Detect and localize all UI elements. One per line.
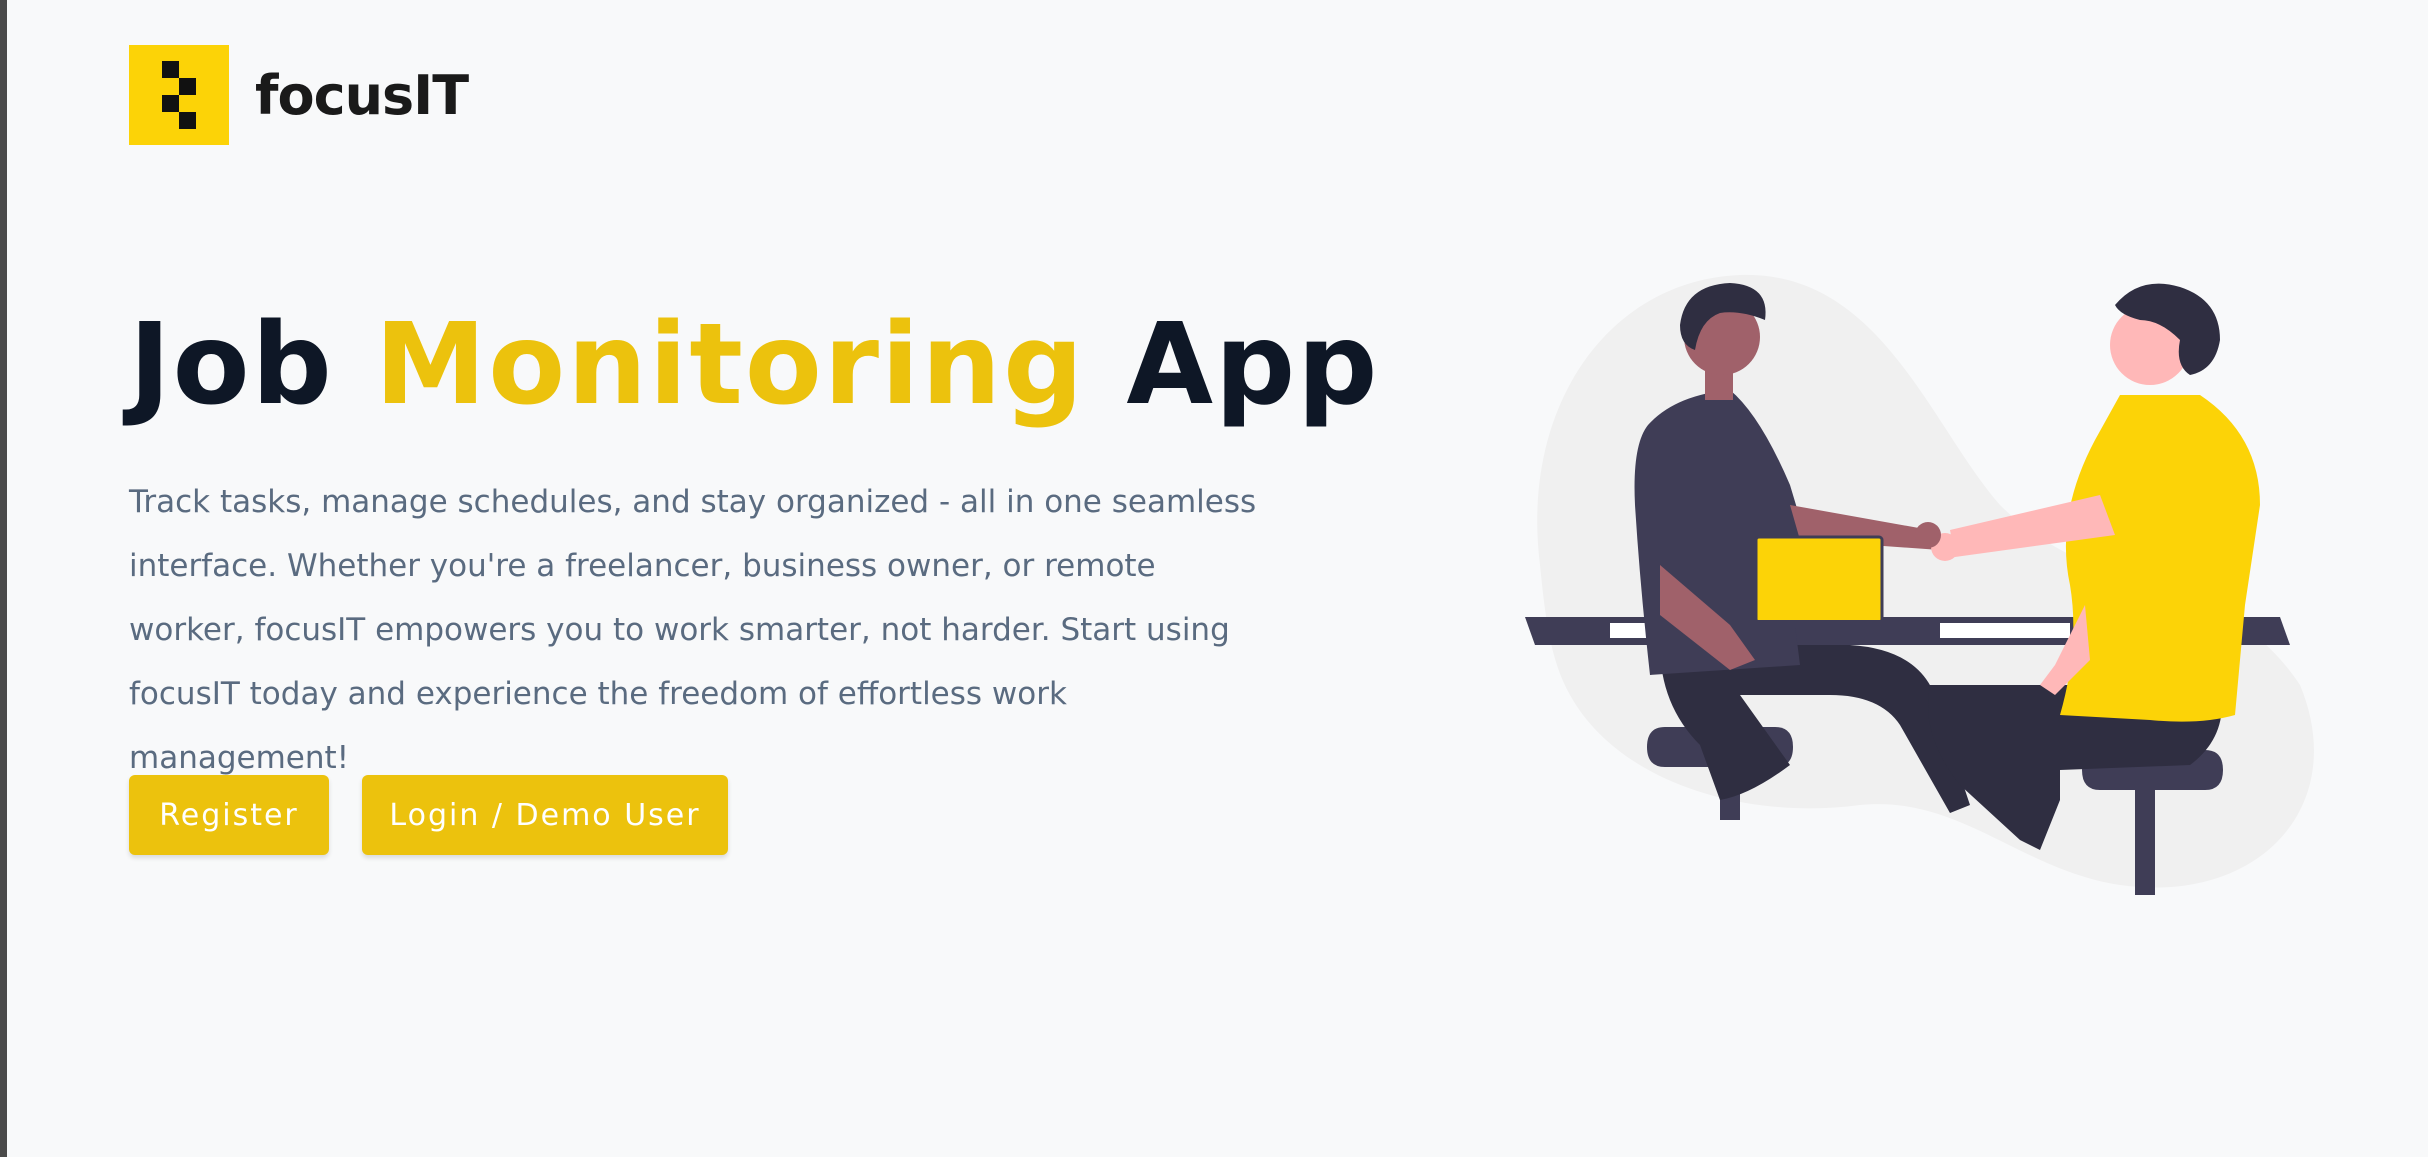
login-demo-button[interactable]: Login / Demo User [362,775,728,855]
window-edge [0,0,7,1157]
title-accent: Monitoring [374,300,1086,430]
page-title: Job Monitoring App [129,300,1379,430]
hero-description: Track tasks, manage schedules, and stay … [129,484,1257,776]
handshake-illustration [1525,274,2314,895]
top-nav: focusIT [129,45,469,145]
title-part1: Job [129,300,334,430]
hero-section: Job Monitoring App Track tasks, manage s… [129,300,1379,821]
logo-icon[interactable] [129,45,229,145]
register-button[interactable]: Register [129,775,329,855]
title-part2: App [1126,300,1380,430]
cta-buttons: Register Login / Demo User [129,775,728,855]
brand-name[interactable]: focusIT [255,64,469,127]
